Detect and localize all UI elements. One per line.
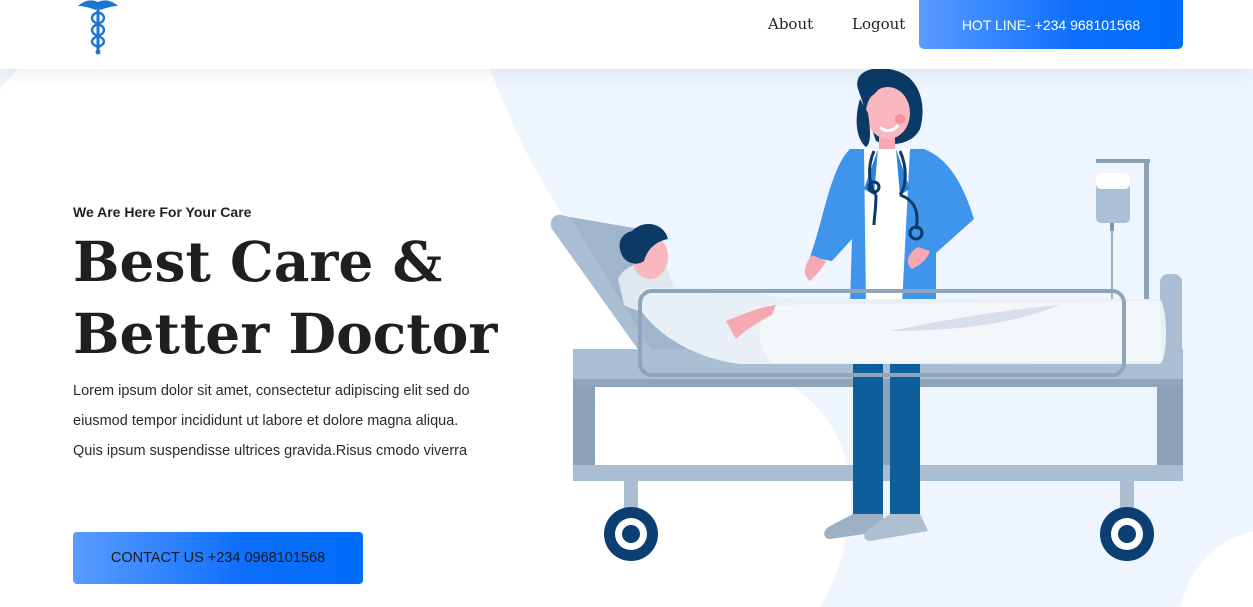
hero-headline: Best Care & Better Doctor xyxy=(73,226,497,370)
hero-headline-line1: Best Care & xyxy=(73,229,443,294)
site-header: About Logout HOT LINE- +234 968101568 xyxy=(0,0,1253,69)
hotline-button[interactable]: HOT LINE- +234 968101568 xyxy=(919,0,1183,49)
caduceus-icon[interactable] xyxy=(76,0,120,56)
hero-eyebrow: We Are Here For Your Care xyxy=(73,204,252,220)
hero-description-line: eiusmod tempor incididunt ut labore et d… xyxy=(73,413,459,429)
doctor-patient-illustration xyxy=(550,69,1183,561)
hero-description-line: Quis ipsum suspendisse ultrices gravida.… xyxy=(73,443,468,459)
hero-description: Lorem ipsum dolor sit amet, consectetur … xyxy=(73,376,513,466)
hero-headline-line2: Better Doctor xyxy=(73,301,498,366)
hero-description-line: Lorem ipsum dolor sit amet, consectetur … xyxy=(73,383,470,399)
contact-us-button[interactable]: CONTACT US +234 0968101568 xyxy=(73,532,363,584)
doctor-figure xyxy=(804,69,974,305)
nav-about-link[interactable]: About xyxy=(768,15,813,33)
nav-logout-link[interactable]: Logout xyxy=(852,15,905,33)
